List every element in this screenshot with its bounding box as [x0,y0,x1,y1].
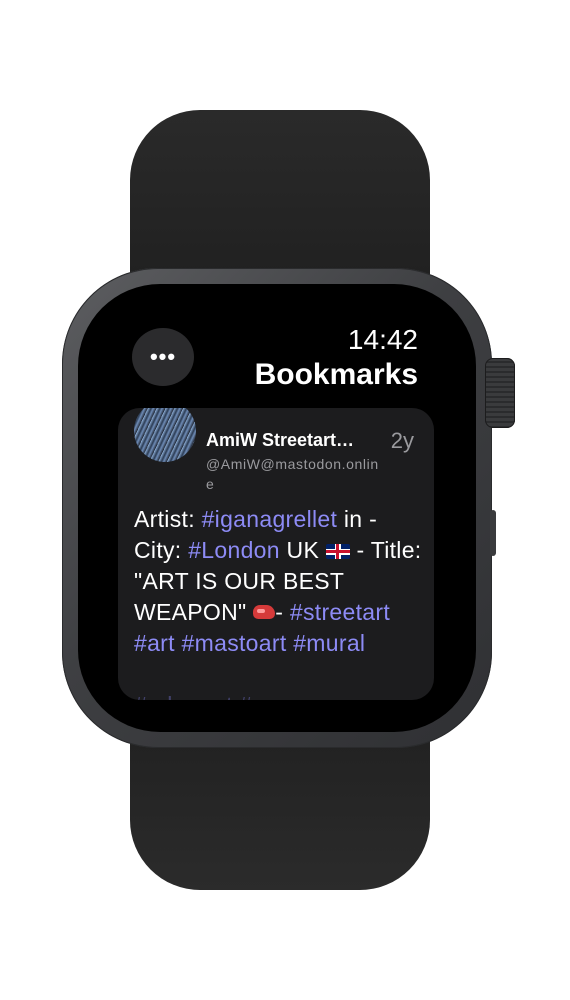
status-time: 14:42 [347,324,418,355]
more-menu-button[interactable]: ••• [132,328,194,386]
hashtag-link[interactable]: #iganagrellet [202,506,338,532]
post-text: - [275,599,284,625]
truncated-hashtag: #urbanart # [134,692,252,700]
hashtag-link[interactable]: #streetart [290,599,390,625]
side-button[interactable] [490,510,496,556]
post-text: UK [279,537,326,563]
bookmark-post-card[interactable]: AmiW Streetart… 2y @AmiW@mastodon.online… [118,408,434,700]
boxing-glove-icon [253,605,276,619]
digital-crown[interactable] [485,358,515,428]
author-handle: @AmiW@mastodon.online [206,456,379,492]
watch-screen: ••• 14:42 Bookmarks AmiW Streetart… 2y @… [104,300,460,724]
avatar[interactable] [134,408,196,462]
hashtag-link[interactable]: #mastoart [182,630,287,656]
hashtag-link[interactable]: #London [188,537,280,563]
post-text: Artist: [134,506,202,532]
hashtag-link[interactable]: #mural [293,630,365,656]
hashtag-link[interactable]: #art [134,630,175,656]
ellipsis-icon: ••• [149,344,177,369]
uk-flag-icon [325,544,350,559]
post-age: 2y [390,428,414,453]
post-text: in [337,506,363,532]
watch-render: ••• 14:42 Bookmarks AmiW Streetart… 2y @… [0,0,570,1000]
author-name: AmiW Streetart… [206,430,355,450]
page-title: Bookmarks [254,358,418,391]
post-body: Artist: #iganagrellet in - City: #London… [134,504,424,659]
